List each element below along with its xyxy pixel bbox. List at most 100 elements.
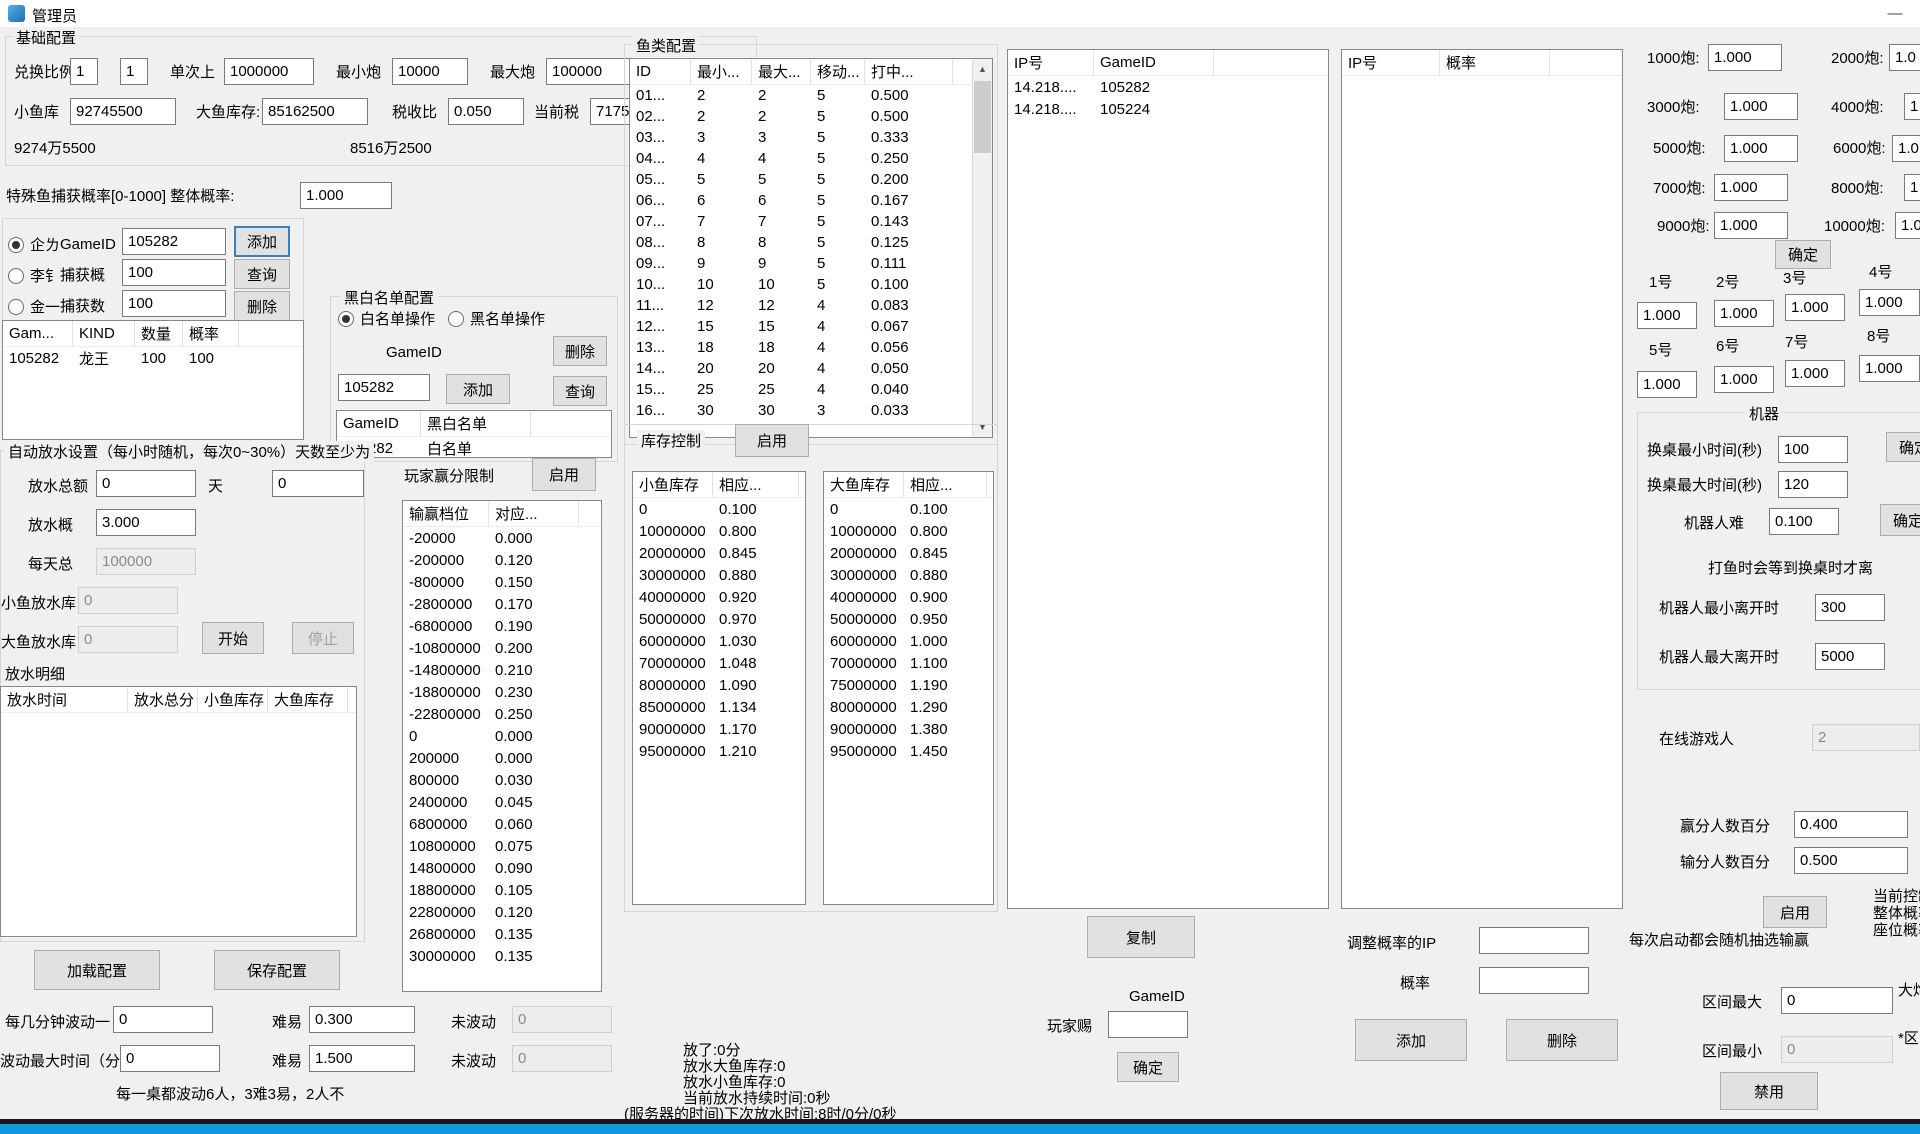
column-header[interactable]: 最大...: [752, 59, 811, 84]
table-row[interactable]: 06...6650.167: [630, 190, 992, 211]
table-row[interactable]: 00.100: [633, 498, 805, 520]
table-row[interactable]: 10...101050.100: [630, 274, 992, 295]
table-row[interactable]: 148000000.090: [403, 857, 601, 879]
table-row[interactable]: -228000000.250: [403, 703, 601, 725]
whitelist-radio[interactable]: 白名单操作: [338, 308, 435, 329]
seat-5-input[interactable]: [1637, 371, 1697, 398]
table-row[interactable]: 200000000.845: [824, 542, 993, 564]
table-row[interactable]: -68000000.190: [403, 615, 601, 637]
min-switch-input[interactable]: [1778, 436, 1848, 463]
table-row[interactable]: 8000000.030: [403, 769, 601, 791]
table-row[interactable]: 24000000.045: [403, 791, 601, 813]
machine-confirm2-button[interactable]: 确定: [1880, 504, 1920, 536]
column-header[interactable]: 最小...: [691, 59, 752, 84]
cannon-4000-input[interactable]: [1904, 93, 1920, 120]
table-row[interactable]: 900000001.380: [824, 718, 993, 740]
range-max-input[interactable]: [1781, 987, 1893, 1014]
seat-8-input[interactable]: [1859, 355, 1920, 382]
column-header[interactable]: 概率: [1440, 50, 1550, 75]
max-leave-input[interactable]: [1815, 643, 1885, 670]
wave-row2-input[interactable]: [120, 1045, 220, 1072]
water-day-input[interactable]: [272, 470, 364, 497]
adjust-ip-input[interactable]: [1479, 927, 1589, 954]
seat-4-input[interactable]: [1859, 289, 1920, 316]
fish-table-scrollbar[interactable]: ▲ ▼: [972, 59, 992, 437]
table-row[interactable]: 950000001.210: [633, 740, 805, 762]
machine-confirm1-button[interactable]: 确定: [1886, 432, 1920, 462]
column-header[interactable]: GameID: [1094, 50, 1214, 75]
special-type-radio-2[interactable]: 李钅: [8, 265, 60, 286]
cannon-3000-input[interactable]: [1724, 93, 1798, 120]
column-header[interactable]: 小鱼库存: [633, 472, 713, 497]
table-row[interactable]: -148000000.210: [403, 659, 601, 681]
table-row[interactable]: -108000000.200: [403, 637, 601, 659]
wave-row2-diff-input[interactable]: [309, 1045, 415, 1072]
table-row[interactable]: 00.100: [824, 498, 993, 520]
special-query-button[interactable]: 查询: [234, 259, 290, 289]
column-header[interactable]: 大鱼库存: [268, 687, 348, 712]
percent-enable-button[interactable]: 启用: [1763, 896, 1827, 928]
min-cannon-input[interactable]: [392, 58, 468, 85]
table-row[interactable]: 14...202040.050: [630, 358, 992, 379]
seat-6-input[interactable]: [1714, 366, 1774, 393]
column-header[interactable]: 打中...: [865, 59, 953, 84]
bwlist-add-button[interactable]: 添加: [446, 374, 510, 404]
table-row[interactable]: -200000.000: [403, 527, 601, 549]
lose-percent-input[interactable]: [1794, 847, 1908, 874]
table-row[interactable]: 700000001.048: [633, 652, 805, 674]
special-gameid-input[interactable]: [122, 228, 226, 255]
special-type-radio-3[interactable]: 金一: [8, 296, 60, 317]
column-header[interactable]: 相应...: [904, 472, 987, 497]
special-overall-prob-input[interactable]: [300, 182, 392, 209]
table-row[interactable]: 268000000.135: [403, 923, 601, 945]
column-header[interactable]: Gam...: [3, 321, 73, 346]
cannon-8000-input[interactable]: [1904, 174, 1920, 201]
wave-row1-input[interactable]: [113, 1006, 213, 1033]
load-config-button[interactable]: 加载配置: [34, 950, 160, 990]
stock-enable-button[interactable]: 启用: [735, 424, 809, 457]
ip-add-button[interactable]: 添加: [1355, 1019, 1467, 1061]
ip-delete-button[interactable]: 删除: [1506, 1019, 1618, 1061]
table-row[interactable]: 750000001.190: [824, 674, 993, 696]
table-row[interactable]: 03...3350.333: [630, 127, 992, 148]
table-row[interactable]: 15...252540.040: [630, 379, 992, 400]
table-row[interactable]: 00.000: [403, 725, 601, 747]
table-row[interactable]: 105282白名单: [337, 437, 611, 458]
cannon-10000-input[interactable]: [1895, 212, 1920, 239]
table-row[interactable]: 08...8850.125: [630, 232, 992, 253]
table-row[interactable]: 2000000.000: [403, 747, 601, 769]
table-row[interactable]: 105282龙王100100: [3, 347, 303, 369]
water-start-button[interactable]: 开始: [202, 622, 264, 654]
column-header[interactable]: ID: [630, 59, 691, 84]
cannon-2000-input[interactable]: [1889, 44, 1920, 71]
catch-count-input[interactable]: [122, 290, 226, 317]
table-row[interactable]: 14.218....105282: [1008, 76, 1328, 98]
table-row[interactable]: 300000000.880: [633, 564, 805, 586]
exchange-a-input[interactable]: [70, 58, 98, 85]
seat-1-input[interactable]: [1637, 302, 1697, 329]
cannon-6000-input[interactable]: [1892, 135, 1920, 162]
cannon-7000-input[interactable]: [1714, 174, 1788, 201]
table-row[interactable]: 05...5550.200: [630, 169, 992, 190]
table-row[interactable]: 600000001.000: [824, 630, 993, 652]
column-header[interactable]: 相应...: [713, 472, 799, 497]
win-percent-input[interactable]: [1794, 811, 1908, 838]
column-header[interactable]: GameID: [337, 411, 421, 436]
seat-7-input[interactable]: [1785, 360, 1845, 387]
adjust-prob-input[interactable]: [1479, 967, 1589, 994]
column-header[interactable]: IP号: [1008, 50, 1094, 75]
robot-diff-input[interactable]: [1769, 508, 1839, 535]
table-row[interactable]: 800000001.090: [633, 674, 805, 696]
table-row[interactable]: 07...7750.143: [630, 211, 992, 232]
table-row[interactable]: 02...2250.500: [630, 106, 992, 127]
winlimit-enable-button[interactable]: 启用: [532, 458, 596, 491]
table-row[interactable]: 950000001.450: [824, 740, 993, 762]
table-row[interactable]: -188000000.230: [403, 681, 601, 703]
special-delete-button[interactable]: 删除: [234, 291, 290, 321]
tax-ratio-input[interactable]: [448, 98, 524, 125]
table-row[interactable]: 188000000.105: [403, 879, 601, 901]
table-row[interactable]: 400000000.920: [633, 586, 805, 608]
column-header[interactable]: KIND: [73, 321, 135, 346]
table-row[interactable]: 13...181840.056: [630, 337, 992, 358]
small-store-input[interactable]: [70, 98, 176, 125]
